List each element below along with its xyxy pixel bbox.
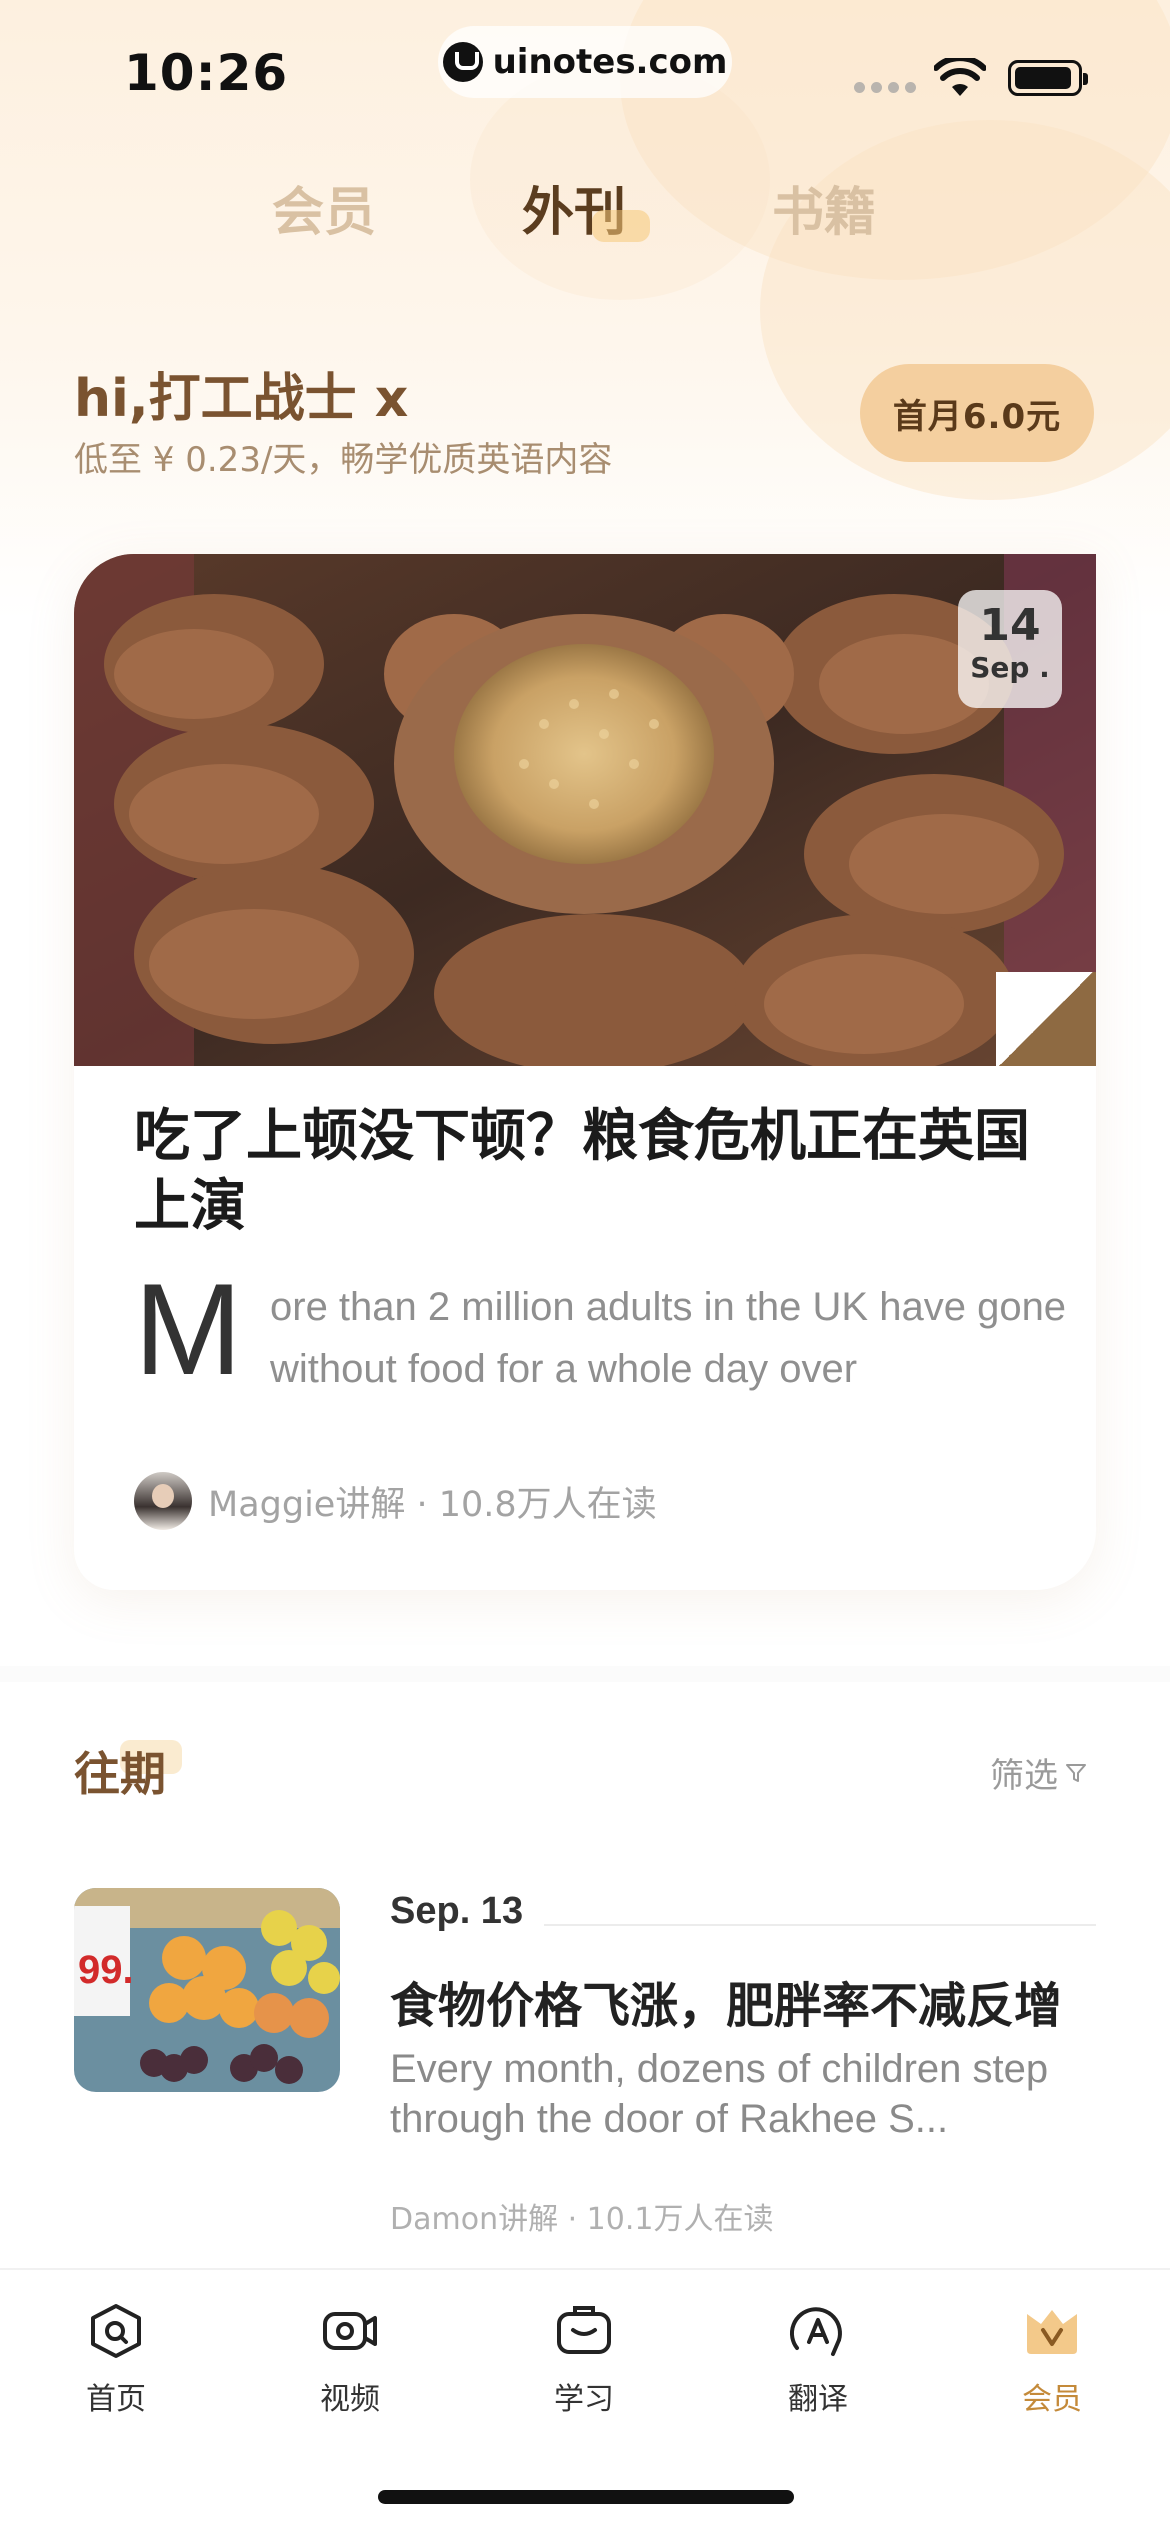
- first-month-price-button[interactable]: 首月6.0元: [860, 364, 1094, 462]
- featured-date-day: 14: [979, 600, 1041, 651]
- date-divider-line: [544, 1924, 1096, 1926]
- tab-member[interactable]: 会员: [272, 170, 376, 245]
- nav-home[interactable]: 首页: [46, 2300, 186, 2418]
- featured-title: 吃了上顿没下顿？粮食危机正在英国上演: [134, 1104, 1030, 1239]
- greeting-title: hi,打工战士 x: [74, 369, 409, 429]
- nav-vip[interactable]: 会员: [982, 2300, 1122, 2418]
- active-tab-indicator: [592, 210, 650, 242]
- home-indicator[interactable]: [378, 2490, 794, 2504]
- top-tabs: 会员 外刊 书籍: [0, 170, 1170, 250]
- greeting-subtitle: 低至 ¥ 0.23/天，畅学优质英语内容: [74, 440, 613, 480]
- filter-label: 筛选: [990, 1756, 1058, 1796]
- video-icon: [323, 2312, 377, 2350]
- nav-study-label: 学习: [554, 2382, 614, 2417]
- translate-icon: [789, 2307, 842, 2356]
- featured-date-month: Sep .: [970, 651, 1050, 684]
- featured-excerpt: ore than 2 million adults in the UK have…: [270, 1285, 1067, 1391]
- status-time: 10:26: [124, 44, 289, 102]
- list-item-image: 99.: [74, 1888, 340, 2092]
- list-item-excerpt: Every month, dozens of children step thr…: [390, 2047, 1049, 2141]
- home-icon: [91, 2304, 141, 2358]
- featured-date-badge: 14 Sep .: [958, 590, 1062, 708]
- wifi-icon: [934, 58, 986, 96]
- featured-article-card[interactable]: 14 Sep . 吃了上顿没下顿？粮食危机正在英国上演 M ore than 2…: [74, 554, 1096, 1590]
- nav-vip-label: 会员: [1022, 2382, 1082, 2417]
- status-bar: 10:26 uinotes.com: [0, 0, 1170, 140]
- nav-translate-label: 翻译: [788, 2382, 848, 2417]
- page-fold-corner: [996, 972, 1096, 1066]
- nav-video[interactable]: 视频: [280, 2300, 420, 2418]
- featured-author-row: Maggie讲解 · 10.8万人在读: [134, 1472, 657, 1530]
- site-logo-icon: [442, 42, 483, 82]
- section-divider: [0, 1666, 1170, 1682]
- featured-author-meta: Maggie讲解 · 10.8万人在读: [208, 1484, 657, 1525]
- avatar: [134, 1472, 192, 1530]
- tab-books[interactable]: 书籍: [772, 170, 876, 245]
- featured-article-image: [74, 554, 1096, 1066]
- url-pill[interactable]: uinotes.com: [438, 26, 732, 98]
- nav-translate[interactable]: 翻译: [748, 2300, 888, 2418]
- battery-icon: [1008, 60, 1088, 96]
- list-item-title: 食物价格飞涨，肥胖率不减反增: [390, 1978, 1063, 2034]
- vip-crown-icon: [1027, 2310, 1077, 2354]
- filter-icon: [1066, 1763, 1086, 1782]
- featured-dropcap: M: [134, 1256, 243, 1402]
- list-item-meta: Damon讲解 · 10.1万人在读: [390, 2202, 774, 2237]
- nav-home-label: 首页: [86, 2382, 146, 2417]
- price-sign-text: 99.: [78, 1948, 134, 1992]
- nav-video-label: 视频: [320, 2382, 380, 2417]
- past-section-title: 往期: [74, 1747, 166, 1801]
- signal-icon: [854, 82, 916, 93]
- nav-study[interactable]: 学习: [514, 2300, 654, 2418]
- study-icon: [557, 2306, 611, 2354]
- url-text: uinotes.com: [492, 42, 728, 82]
- list-item-date: Sep. 13: [390, 1890, 524, 1932]
- filter-button[interactable]: 筛选: [990, 1748, 1088, 1797]
